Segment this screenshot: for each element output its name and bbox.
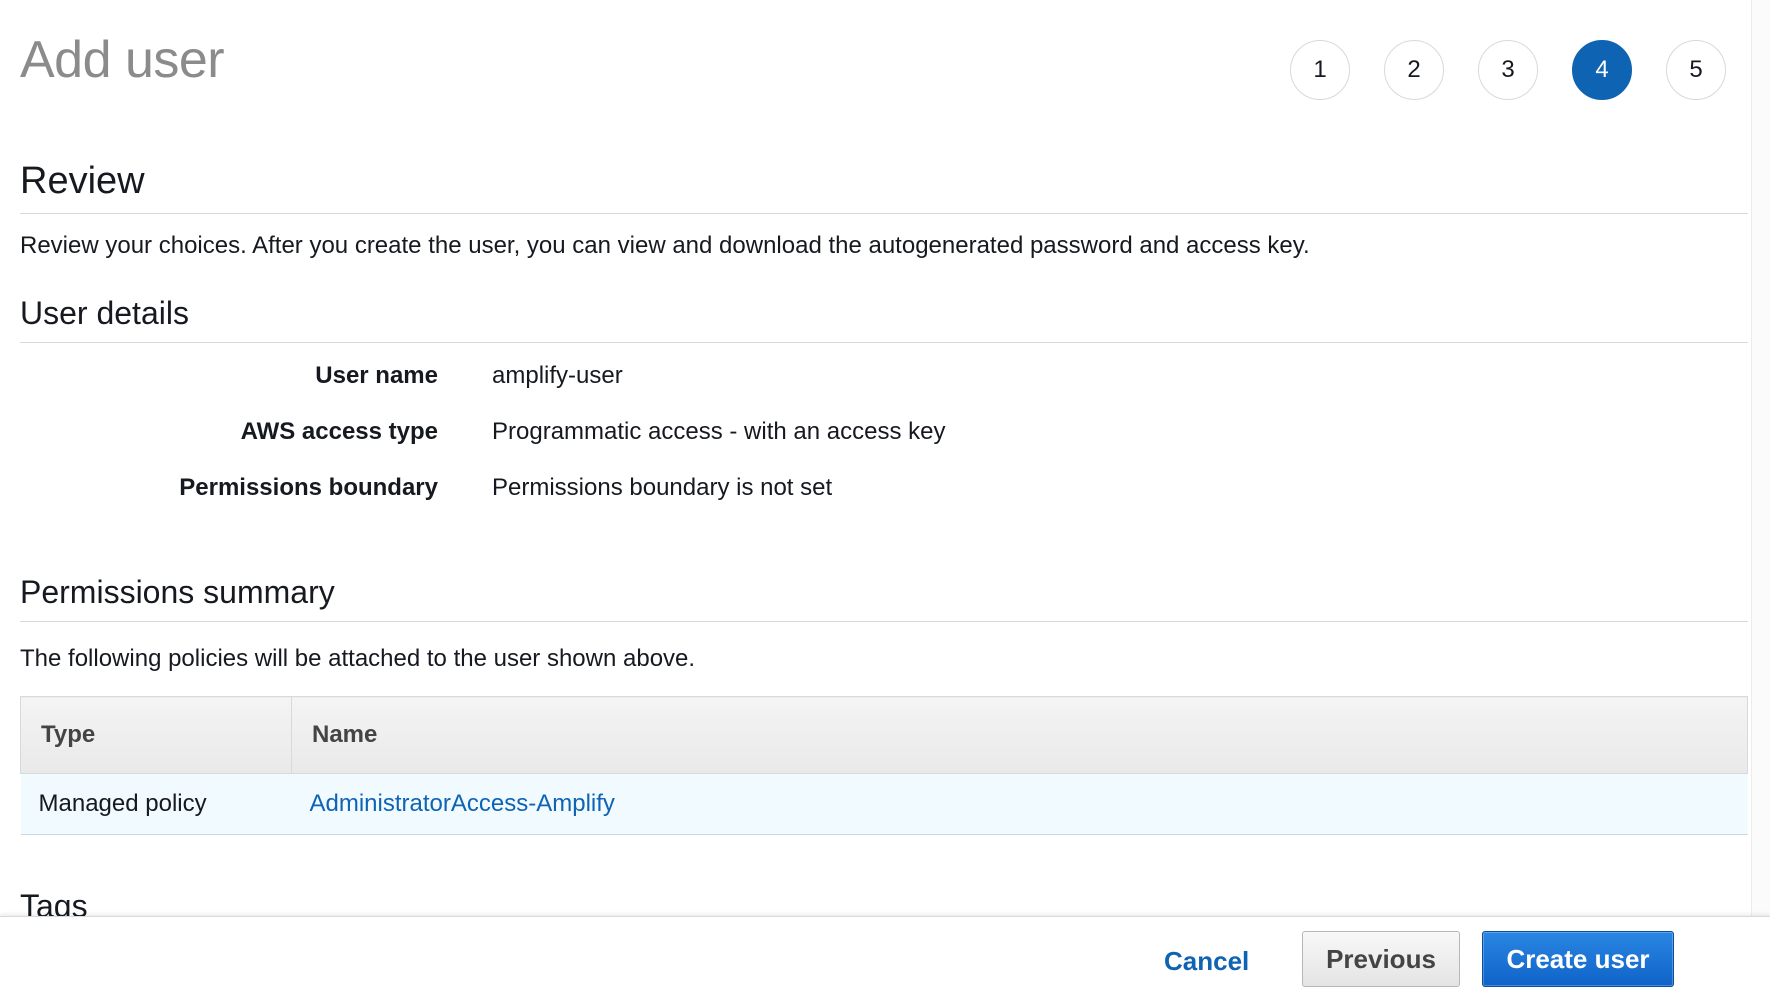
detail-label: Permissions boundary [179, 474, 438, 501]
detail-row-user-name: User name amplify-user [20, 362, 1748, 418]
main-content: Add user 1 2 3 4 5 Review Review your ch… [20, 0, 1748, 916]
table-header-row: Type Name [20, 696, 1748, 774]
step-2[interactable]: 2 [1384, 40, 1444, 100]
create-user-button[interactable]: Create user [1482, 931, 1674, 987]
policy-type-cell: Managed policy [20, 773, 292, 835]
wizard-stepper: 1 2 3 4 5 [1290, 40, 1748, 100]
user-details-list: User name amplify-user AWS access type P… [20, 362, 1748, 530]
detail-label: User name [315, 362, 438, 389]
detail-row-permissions-boundary: Permissions boundary Permissions boundar… [20, 474, 1748, 530]
detail-value: amplify-user [492, 362, 623, 389]
previous-button[interactable]: Previous [1302, 931, 1460, 987]
step-4-current[interactable]: 4 [1572, 40, 1632, 100]
add-user-page: Add user 1 2 3 4 5 Review Review your ch… [0, 0, 1770, 998]
policy-table: Type Name Managed policy AdministratorAc… [20, 696, 1748, 835]
step-5[interactable]: 5 [1666, 40, 1726, 100]
detail-row-access-type: AWS access type Programmatic access - wi… [20, 418, 1748, 474]
user-details-heading: User details [20, 295, 1748, 343]
review-description: Review your choices. After you create th… [20, 232, 1310, 259]
tags-heading: Tags [20, 888, 88, 916]
column-header-name: Name [291, 696, 1748, 774]
table-row: Managed policy AdministratorAccess-Ampli… [20, 773, 1748, 835]
detail-value: Permissions boundary is not set [492, 474, 833, 501]
step-1[interactable]: 1 [1290, 40, 1350, 100]
detail-label: AWS access type [240, 418, 438, 445]
page-title: Add user [20, 31, 225, 89]
step-3[interactable]: 3 [1478, 40, 1538, 100]
review-heading: Review [20, 160, 1748, 214]
permissions-summary-heading: Permissions summary [20, 574, 1748, 622]
policy-name-cell: AdministratorAccess-Amplify [291, 773, 1748, 835]
cancel-button[interactable]: Cancel [1150, 939, 1263, 983]
wizard-footer: Cancel Previous Create user [0, 916, 1770, 998]
permissions-description: The following policies will be attached … [20, 645, 696, 672]
detail-value: Programmatic access - with an access key [492, 418, 946, 445]
scrollbar[interactable] [1751, 0, 1770, 916]
column-header-type: Type [20, 696, 292, 774]
policy-link[interactable]: AdministratorAccess-Amplify [310, 790, 615, 817]
